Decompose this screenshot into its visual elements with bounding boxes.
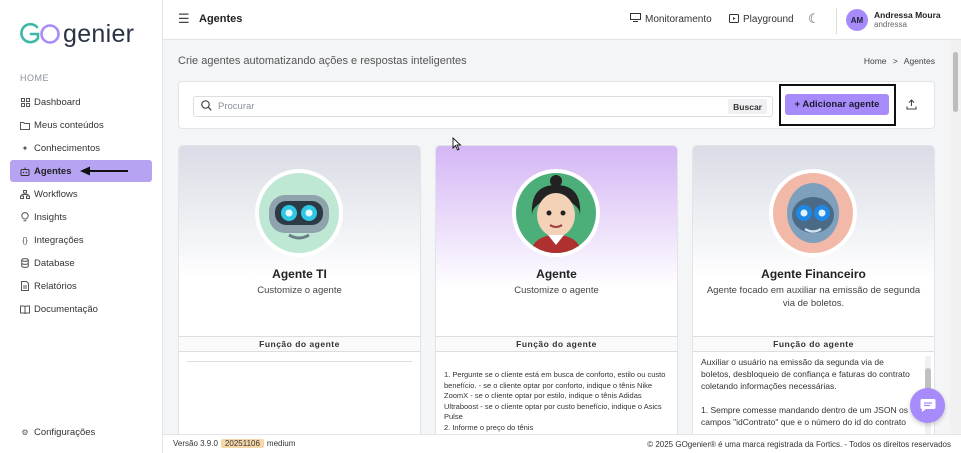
page-subtitle: Crie agentes automatizando ações e respo… [178,55,467,67]
gear-icon: ⚙ [21,427,29,437]
monitoramento-link[interactable]: Monitoramento [630,13,712,25]
bulb-icon [20,212,30,222]
database-icon [20,258,30,268]
search-box: Buscar [193,96,773,117]
playground-label: Playground [743,14,794,25]
book-icon [20,304,30,314]
agent-name: Agente [536,267,577,281]
moon-icon[interactable]: ☾ [808,11,820,27]
sidebar-item-meus-conteudos[interactable]: Meus conteúdos [10,114,152,136]
function-text [187,356,412,444]
sidebar-item-label: Workflows [34,188,78,200]
logo-go-mark [20,22,60,44]
sidebar-item-label: Configurações [34,426,96,438]
logo-text: genier [63,19,135,48]
sidebar: genier HOME Dashboard Meus conteúdos ✦ C… [0,0,163,453]
sidebar-item-configuracoes[interactable]: ⚙ Configurações [10,421,152,443]
chat-icon [920,399,935,412]
playground-link[interactable]: Playground [729,13,794,26]
avatar[interactable]: AM [846,9,868,31]
upload-icon[interactable] [906,99,917,113]
sidebar-item-label: Conhecimentos [34,142,101,154]
sidebar-item-label: Documentação [34,303,98,315]
chat-button[interactable] [910,388,945,423]
footer: Versão 3.9.0 20251106 medium © 2025 GOge… [163,434,961,453]
sidebar-item-insights[interactable]: Insights [10,206,152,228]
sidebar-item-label: Relatórios [34,280,77,292]
menu-icon[interactable]: ☰ [178,12,190,25]
search-panel: Buscar + Adicionar agente [178,81,935,129]
sidebar-item-integracoes[interactable]: {} Integrações [10,229,152,251]
agent-name: Agente TI [272,267,327,281]
user-name: Andressa Moura [874,10,941,20]
sidebar-item-workflows[interactable]: Workflows [10,183,152,205]
page-scrollbar-thumb[interactable] [953,52,958,112]
sidebar-item-documentacao[interactable]: Documentação [10,298,152,320]
search-button[interactable]: Buscar [728,99,767,114]
agent-card[interactable]: Agente TI Customize o agente Função do a… [178,145,421,445]
dashboard-icon [20,97,30,107]
version-label: Versão 3.9.0 [173,439,218,448]
top-bar: ☰ Agentes Monitoramento Playground ☾ AM … [163,0,961,40]
breadcrumb: Home > Agentes [864,56,935,66]
agent-avatar [255,169,343,257]
build-badge: 20251106 [220,439,264,448]
agent-card[interactable]: Agente Customize o agente Função do agen… [435,145,678,445]
function-label: Função do agente [436,336,677,352]
agent-name: Agente Financeiro [761,267,866,281]
report-icon [20,281,30,291]
page-scrollbar[interactable] [950,40,961,434]
sidebar-section-home: HOME [20,73,49,83]
agent-description: Customize o agente [257,285,342,296]
page-title: Agentes [199,13,243,25]
sidebar-item-label: Dashboard [34,96,81,108]
monitoramento-label: Monitoramento [645,13,712,25]
sidebar-item-dashboard[interactable]: Dashboard [10,91,152,113]
workflow-icon [20,189,30,199]
logo[interactable]: genier [18,18,148,50]
sidebar-item-relatorios[interactable]: Relatórios [10,275,152,297]
function-text: Auxiliar o usuário na emissão da segunda… [701,357,910,427]
tier-label: medium [266,439,296,448]
folder-icon [20,120,30,130]
breadcrumb-separator: > [892,56,898,66]
sparkle-icon: ✦ [21,143,29,153]
monitor-icon [630,13,641,25]
function-text: 1. Pergunte se o cliente está em busca d… [444,370,666,432]
copyright: © 2025 GOgenier® é uma marca registrada … [647,440,951,449]
version-info: Versão 3.9.0 20251106 medium [173,439,295,448]
agent-card[interactable]: Agente Financeiro Agente focado em auxil… [692,145,935,445]
cursor-icon [452,137,462,151]
sidebar-item-label: Agentes [34,165,72,177]
sidebar-item-label: Insights [34,211,67,223]
agent-description: Customize o agente [514,285,599,296]
breadcrumb-current: Agentes [903,56,935,66]
function-label: Função do agente [179,336,420,352]
sidebar-item-database[interactable]: Database [10,252,152,274]
function-label: Função do agente [693,336,934,352]
add-agent-button[interactable]: + Adicionar agente [785,94,889,115]
sidebar-item-conhecimentos[interactable]: ✦ Conhecimentos [10,137,152,159]
agent-description: Agente focado em auxiliar na emissão de … [706,285,921,309]
search-icon [201,100,212,114]
agent-avatar [769,169,857,257]
robot-icon [20,166,30,176]
divider [187,361,412,362]
annotation-arrow-icon [80,166,128,176]
sidebar-item-label: Database [34,257,75,269]
code-icon: {} [22,235,28,245]
sidebar-item-label: Meus conteúdos [34,119,104,131]
search-input[interactable] [218,99,698,114]
agent-avatar [512,169,600,257]
user-handle: andressa [874,20,907,29]
breadcrumb-home[interactable]: Home [864,56,887,66]
playground-icon [729,13,739,26]
divider [836,8,837,34]
sidebar-item-label: Integrações [34,234,84,246]
